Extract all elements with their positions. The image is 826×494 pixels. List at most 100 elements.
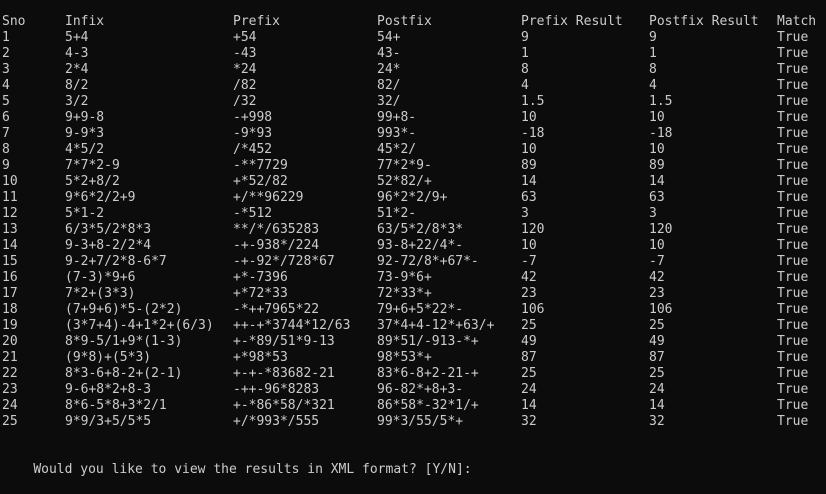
cell-postfix-result: 49 — [649, 334, 665, 349]
header-infix: Infix — [65, 14, 105, 29]
cell-postfix-result: 4 — [649, 78, 657, 93]
cell-infix: 8/2 — [65, 78, 89, 93]
table-row: 12 5*1-2 -*512 51*2- 3 3 True — [0, 206, 826, 222]
cell-prefix: -9*93 — [233, 126, 273, 141]
cell-postfix: 92-72/8*+67*- — [377, 254, 479, 269]
cell-infix: 5*1-2 — [65, 206, 105, 221]
header-sno: Sno — [2, 14, 26, 29]
cell-sno: 1 — [2, 30, 10, 45]
cell-prefix-result: 63 — [521, 190, 537, 205]
table-row: 20 8*9-5/1+9*(1-3) +-*89/51*9-13 89*51/-913… — [0, 334, 826, 350]
cell-prefix-result: 42 — [521, 270, 537, 285]
cell-infix: (3*7+4)-4+1*2+(6/3) — [65, 318, 214, 333]
cell-infix: 4-3 — [65, 46, 89, 61]
table-row: 9 7*7*2-9 -**7729 77*2*9- 89 89 True — [0, 158, 826, 174]
cell-postfix-result: 42 — [649, 270, 665, 285]
cell-infix: (9*8)+(5*3) — [65, 350, 152, 365]
cell-postfix: 52*82/+ — [377, 174, 432, 189]
cell-postfix: 993*- — [377, 126, 417, 141]
cell-prefix-result: -18 — [521, 126, 545, 141]
cell-prefix-result: 8 — [521, 62, 529, 77]
cell-postfix-result: 1.5 — [649, 94, 673, 109]
cell-prefix: *24 — [233, 62, 257, 77]
cell-match: True — [777, 46, 809, 61]
table-row: 2 4-3 -43 43- 1 1 True — [0, 46, 826, 62]
cell-postfix-result: 106 — [649, 302, 673, 317]
cell-postfix-result: 23 — [649, 286, 665, 301]
cell-infix: 9*9/3+5/5*5 — [65, 414, 152, 429]
cell-prefix: +-*86*58/*321 — [233, 398, 335, 413]
table-row: 11 9*6*2/2+9 +/**96229 96*2*2/9+ 63 63 True — [0, 190, 826, 206]
cell-prefix-result: 1 — [521, 46, 529, 61]
cell-postfix: 96*2*2/9+ — [377, 190, 448, 205]
cell-match: True — [777, 254, 809, 269]
cell-postfix-result: 89 — [649, 158, 665, 173]
cell-postfix: 82/ — [377, 78, 401, 93]
cell-prefix-result: 23 — [521, 286, 537, 301]
table-row: 23 9-6+8*2+8-3 -++-96*8283 96-82*+8+3- 24 24 T… — [0, 382, 826, 398]
cell-match: True — [777, 350, 809, 365]
cell-match: True — [777, 142, 809, 157]
cell-sno: 23 — [2, 382, 18, 397]
table-row: 1 5+4 +54 54+ 9 9 True — [0, 30, 826, 46]
cell-prefix-result: -7 — [521, 254, 537, 269]
cell-postfix-result: 8 — [649, 62, 657, 77]
cell-prefix: -**7729 — [233, 158, 288, 173]
cell-prefix-result: 49 — [521, 334, 537, 349]
cell-prefix: -++-96*8283 — [233, 382, 320, 397]
cell-prefix-result: 9 — [521, 30, 529, 45]
table-row: 16 (7-3)*9+6 +*-7396 73-9*6+ 42 42 True — [0, 270, 826, 286]
cell-sno: 13 — [2, 222, 18, 237]
header-prefix-result: Prefix Result — [521, 14, 623, 29]
cell-infix: 9-3+8-2/2*4 — [65, 238, 152, 253]
cell-postfix: 99+8- — [377, 110, 417, 125]
cell-match: True — [777, 398, 809, 413]
cell-match: True — [777, 318, 809, 333]
cell-prefix: -+-938*/224 — [233, 238, 320, 253]
cell-prefix-result: 106 — [521, 302, 545, 317]
cell-sno: 18 — [2, 302, 18, 317]
header-match: Match — [777, 14, 817, 29]
cell-sno: 20 — [2, 334, 18, 349]
cell-infix: (7-3)*9+6 — [65, 270, 136, 285]
cell-prefix: +*98*53 — [233, 350, 288, 365]
cell-sno: 21 — [2, 350, 18, 365]
cell-prefix: +*72*33 — [233, 286, 288, 301]
cell-sno: 4 — [2, 78, 10, 93]
table-row: 7 9-9*3 -9*93 993*- -18 -18 True — [0, 126, 826, 142]
cell-postfix-result: 14 — [649, 174, 665, 189]
table-row: 5 3/2/32 32/1.5 1.5 True — [0, 94, 826, 110]
cell-postfix: 73-9*6+ — [377, 270, 432, 285]
cell-sno: 15 — [2, 254, 18, 269]
cell-postfix: 89*51/-913-*+ — [377, 334, 479, 349]
cell-prefix: /82 — [233, 78, 257, 93]
terminal-window[interactable]: Sno Infix Prefix Postfix Prefix Result P… — [0, 0, 826, 480]
cell-prefix-result: 1.5 — [521, 94, 545, 109]
cell-sno: 24 — [2, 398, 18, 413]
table-header: Sno Infix Prefix Postfix Prefix Result P… — [0, 14, 826, 30]
cell-postfix-result: 25 — [649, 366, 665, 381]
cell-infix: 9-6+8*2+8-3 — [65, 382, 152, 397]
cell-prefix-result: 32 — [521, 414, 537, 429]
cell-infix: (7+9+6)*5-(2*2) — [65, 302, 183, 317]
cell-match: True — [777, 110, 809, 125]
cell-postfix: 32/ — [377, 94, 401, 109]
cell-postfix: 37*4+4-12*+63/+ — [377, 318, 495, 333]
cell-sno: 9 — [2, 158, 10, 173]
cell-sno: 3 — [2, 62, 10, 77]
cell-postfix-result: -18 — [649, 126, 673, 141]
text-cursor — [472, 463, 480, 477]
cell-infix: 9+9-8 — [65, 110, 105, 125]
cell-postfix-result: 63 — [649, 190, 665, 205]
input-prompt[interactable]: Would you like to view the results in XM… — [2, 446, 480, 477]
cell-match: True — [777, 174, 809, 189]
table-row: 21 (9*8)+(5*3) +*98*53 98*53*+ 87 87 True — [0, 350, 826, 366]
cell-infix: 8*9-5/1+9*(1-3) — [65, 334, 183, 349]
table-row: 8 4*5/2 /*452 45*2/10 10 True — [0, 142, 826, 158]
cell-prefix-result: 14 — [521, 174, 537, 189]
cell-match: True — [777, 382, 809, 397]
cell-prefix-result: 25 — [521, 366, 537, 381]
cell-infix: 9-2+7/2*8-6*7 — [65, 254, 167, 269]
cell-postfix-result: 9 — [649, 30, 657, 45]
cell-prefix: -+998 — [233, 110, 273, 125]
